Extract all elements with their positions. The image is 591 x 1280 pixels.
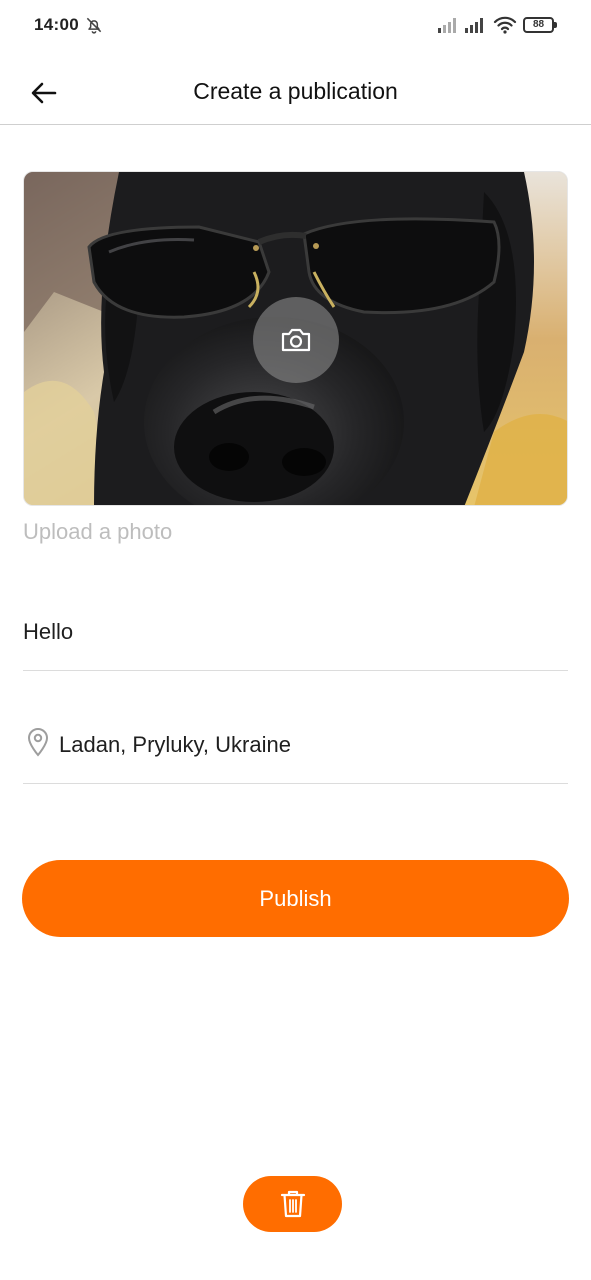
status-time: 14:00	[34, 15, 79, 34]
caption-field[interactable]: Hello	[23, 598, 568, 671]
delete-button[interactable]	[243, 1176, 342, 1232]
trash-icon	[280, 1190, 305, 1218]
wifi-icon	[493, 16, 517, 34]
publish-button-label: Publish	[259, 885, 332, 911]
caption-value: Hello	[23, 619, 74, 644]
publish-button[interactable]: Publish	[22, 860, 569, 937]
upload-photo-label: Upload a photo	[23, 519, 173, 544]
create-publication-screen: 14:00 88 Create a publication Upload a p…	[0, 0, 591, 1280]
bell-off-icon	[86, 17, 102, 34]
photo-preview[interactable]	[23, 171, 568, 506]
signal-icon	[465, 18, 483, 33]
camera-button[interactable]	[253, 297, 339, 383]
battery-level: 88	[532, 19, 545, 30]
location-field[interactable]: Ladan, Pryluky, Ukraine	[23, 711, 568, 784]
page-title: Create a publication	[193, 78, 398, 104]
signal-icon	[438, 18, 456, 33]
battery-icon: 88	[523, 17, 557, 33]
camera-icon	[281, 328, 311, 352]
location-value: Ladan, Pryluky, Ukraine	[59, 732, 291, 757]
app-header: Create a publication	[0, 56, 591, 125]
map-pin-icon	[27, 728, 49, 757]
status-bar: 14:00 88	[0, 0, 591, 52]
